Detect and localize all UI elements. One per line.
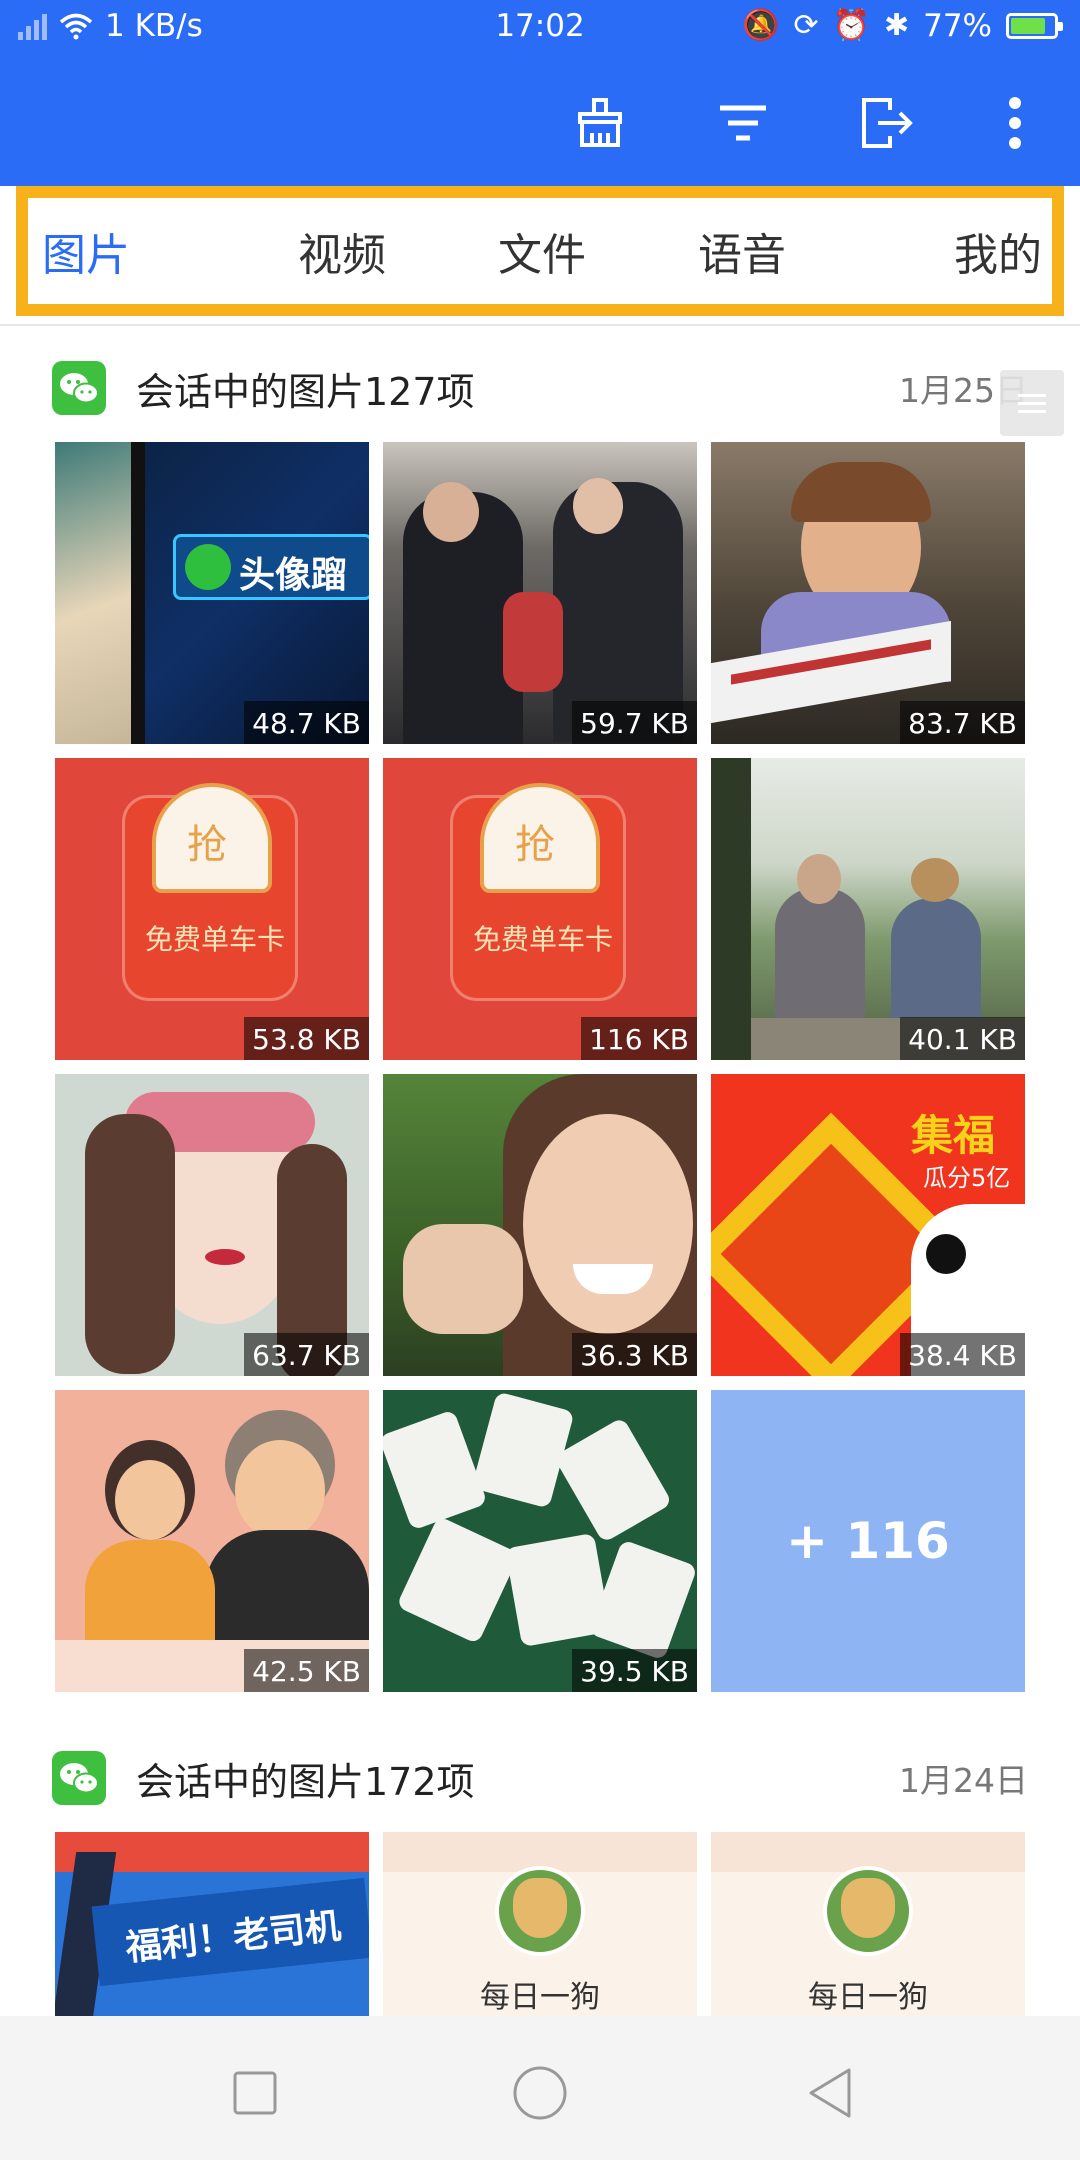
mute-bell-icon: 🔕 xyxy=(742,8,780,43)
rotation-lock-icon: ⟳ xyxy=(793,8,819,43)
file-size: 36.3 KB xyxy=(572,1333,697,1376)
home-button[interactable] xyxy=(505,2058,575,2128)
tabs-divider xyxy=(0,324,1080,326)
image-thumbnail[interactable]: 63.7 KB xyxy=(55,1074,369,1376)
file-size: 59.7 KB xyxy=(572,701,697,744)
image-thumbnail[interactable]: 抢 免费单车卡 116 KB xyxy=(383,758,697,1060)
image-thumbnail[interactable]: 抢 免费单车卡 53.8 KB xyxy=(55,758,369,1060)
tab-voice[interactable]: 语音 xyxy=(642,219,842,283)
file-size: 38.4 KB xyxy=(900,1333,1025,1376)
status-bar: 1 KB/s 17:02 🔕 ⟳ ⏰ ✱ 77% xyxy=(0,0,1080,56)
app-header: 1 KB/s 17:02 🔕 ⟳ ⏰ ✱ 77% xyxy=(0,0,1080,186)
image-thumbnail[interactable]: 83.7 KB xyxy=(711,442,1025,744)
back-triangle-icon xyxy=(809,2068,851,2118)
caption: 每日一狗 xyxy=(480,1980,600,2015)
caption: 每日一狗 xyxy=(808,1980,928,2015)
tab-mine[interactable]: 我的 xyxy=(842,219,1042,283)
fast-scroll-handle[interactable] xyxy=(1000,370,1064,436)
bluetooth-icon: ✱ xyxy=(883,8,910,43)
battery-icon xyxy=(1006,13,1063,39)
image-thumbnail[interactable]: 59.7 KB xyxy=(383,442,697,744)
category-tabs: 图片 视频 文件 语音 我的 xyxy=(16,186,1064,316)
image-thumbnail[interactable]: 36.3 KB xyxy=(383,1074,697,1376)
battery-fill xyxy=(1011,18,1045,34)
section-title: 会话中的图片127项 xyxy=(136,369,475,414)
section-title: 会话中的图片172项 xyxy=(136,1759,475,1804)
tab-videos[interactable]: 视频 xyxy=(242,219,442,283)
recents-square-icon xyxy=(233,2071,277,2115)
clean-brush-button[interactable] xyxy=(565,88,635,158)
tab-files[interactable]: 文件 xyxy=(442,219,642,283)
section-header: 会话中的图片172项 1月24日 xyxy=(52,1750,1028,1806)
file-size: 116 KB xyxy=(581,1017,697,1060)
file-size: 63.7 KB xyxy=(244,1333,369,1376)
image-thumbnail[interactable]: 39.5 KB xyxy=(383,1390,697,1692)
back-button[interactable] xyxy=(795,2058,865,2128)
caption: 免费单车卡 xyxy=(473,923,614,956)
recents-button[interactable] xyxy=(220,2058,290,2128)
alarm-icon: ⏰ xyxy=(832,8,870,43)
grab-badge: 抢 xyxy=(187,822,227,868)
filter-button[interactable] xyxy=(708,88,778,158)
subline: 瓜分5亿 xyxy=(923,1164,1011,1192)
more-count: + 116 xyxy=(786,1512,950,1570)
file-size: 40.1 KB xyxy=(900,1017,1025,1060)
export-button[interactable] xyxy=(852,88,922,158)
filter-icon xyxy=(720,105,766,141)
file-size: 42.5 KB xyxy=(244,1649,369,1692)
file-size: 48.7 KB xyxy=(244,701,369,744)
wechat-icon xyxy=(52,361,106,415)
home-circle-icon xyxy=(513,2066,567,2120)
section-date: 1月24日 xyxy=(899,1761,1028,1800)
file-size: 39.5 KB xyxy=(572,1649,697,1692)
headline: 集福 xyxy=(911,1111,996,1160)
more-vertical-icon xyxy=(1009,97,1021,149)
image-grid: 头像蹓 48.7 KB 59.7 KB 83.7 KB 抢 免费单车卡 53.8… xyxy=(55,442,1025,1692)
tab-images[interactable]: 图片 xyxy=(42,219,242,283)
more-menu-button[interactable] xyxy=(980,88,1050,158)
image-thumbnail[interactable]: 40.1 KB xyxy=(711,758,1025,1060)
image-thumbnail[interactable]: 头像蹓 48.7 KB xyxy=(55,442,369,744)
image-thumbnail[interactable]: 集福 瓜分5亿 38.4 KB xyxy=(711,1074,1025,1376)
battery-percent: 77% xyxy=(923,8,992,44)
system-nav-bar xyxy=(0,2016,1080,2160)
image-thumbnail[interactable]: 42.5 KB xyxy=(55,1390,369,1692)
more-images-tile[interactable]: + 116 xyxy=(711,1390,1025,1692)
overlay-text: 头像蹓 xyxy=(239,555,348,596)
brush-icon xyxy=(578,98,622,147)
export-icon xyxy=(862,98,913,148)
wechat-icon xyxy=(52,1751,106,1805)
caption: 免费单车卡 xyxy=(145,923,286,956)
section-header: 会话中的图片127项 1月25日 xyxy=(52,360,1028,416)
file-size: 53.8 KB xyxy=(244,1017,369,1060)
grab-badge: 抢 xyxy=(515,822,555,868)
file-size: 83.7 KB xyxy=(900,701,1025,744)
